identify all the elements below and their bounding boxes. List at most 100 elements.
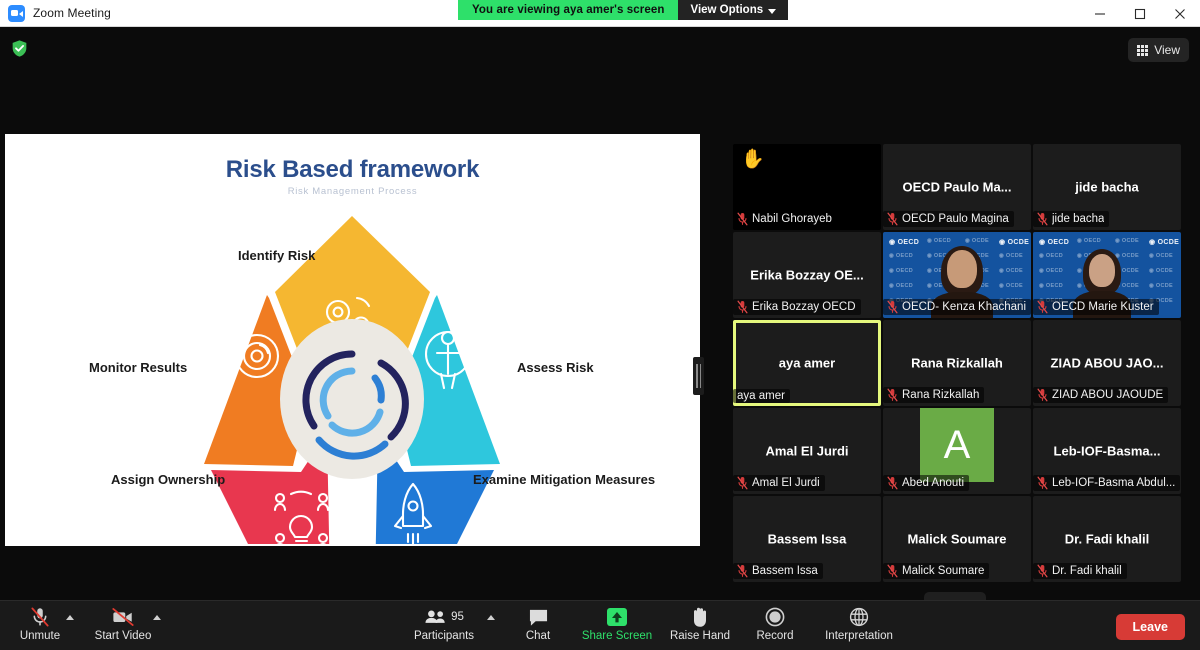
share-screen-label: Share Screen [582,630,652,642]
segment-label-examine-mitigation-measures: Examine Mitigation Measures [473,472,655,487]
participant-tile[interactable]: ◉ OECD◉ OECD◉ OCDE◉ OCDE◉ OECD◉ OECD◉ OC… [1033,232,1181,318]
zoom-camera-icon [8,5,25,22]
participant-footer-name: Malick Soumare [902,565,984,577]
start-video-button[interactable]: Start Video [86,606,160,642]
microphone-muted-icon [737,564,748,578]
participant-name-badge: Leb-IOF-Basma Abdul... [1033,475,1180,491]
vertical-drag-handle-icon[interactable] [693,357,704,395]
participant-tile[interactable]: Rana RizkallahRana Rizkallah [883,320,1031,406]
participant-name-badge: Abed Anouti [883,475,969,491]
participants-label: Participants [414,630,474,642]
participant-name-center: Dr. Fadi khalil [1033,532,1181,547]
raise-hand-button[interactable]: Raise Hand [663,606,737,642]
titlebar-left: Zoom Meeting [0,5,111,22]
participant-tile[interactable]: Leb-IOF-Basma... Leb-IOF-Basma Abdul... [1033,408,1181,494]
participant-tile[interactable]: AAbed Anouti [883,408,1031,494]
record-button[interactable]: Record [738,606,812,642]
microphone-muted-icon [887,388,898,402]
raised-hand-icon: ✋ [741,150,765,169]
participant-name-center: Bassem Issa [733,532,881,547]
participant-footer-name: jide bacha [1052,213,1104,225]
leave-meeting-button[interactable]: Leave [1116,614,1185,640]
participant-tile[interactable]: Bassem Issa Bassem Issa [733,496,881,582]
participant-video-grid: ✋Nabil GhorayebOECD Paulo Ma...OECD Paul… [733,144,1185,585]
segment-label-assign-ownership: Assign Ownership [111,472,225,487]
people-icon: 95 [424,606,464,628]
participant-name-center: aya amer [733,356,881,371]
chat-button[interactable]: Chat [501,606,575,642]
segment-label-monitor-results: Monitor Results [89,360,187,375]
participant-name-badge: aya amer [733,389,790,403]
microphone-muted-icon [1037,212,1048,226]
raise-hand-label: Raise Hand [670,630,730,642]
view-options-button[interactable]: View Options [678,0,788,20]
microphone-muted-icon [887,564,898,578]
participant-name-badge: Dr. Fadi khalil [1033,563,1127,579]
participants-caret-icon[interactable] [487,615,495,620]
microphone-muted-icon [737,212,748,226]
window-title: Zoom Meeting [33,6,111,20]
microphone-muted-icon [29,606,51,628]
avatar: A [920,408,994,482]
microphone-muted-icon [1037,476,1048,490]
view-layout-button[interactable]: View [1128,38,1189,62]
participant-tile[interactable]: ◉ OECD◉ OECD◉ OCDE◉ OCDE◉ OECD◉ OECD◉ OC… [883,232,1031,318]
participant-name-badge: Rana Rizkallah [883,387,984,403]
participant-tile[interactable]: aya amer aya amer [733,320,881,406]
record-circle-icon [765,606,785,628]
participants-count: 95 [451,611,464,623]
unmute-label: Unmute [20,630,60,642]
participant-tile[interactable]: ✋ Nabil Ghorayeb [733,144,881,230]
participant-footer-name: OECD Paulo Magina [902,213,1009,225]
participant-footer-name: Amal El Jurdi [752,477,820,489]
microphone-muted-icon [887,300,898,314]
meeting-stage: View Risk Based framework Risk Managemen… [0,27,1200,600]
segment-label-identify-risk: Identify Risk [238,248,315,263]
participant-footer-name: OECD Marie Kuster [1052,301,1154,313]
participant-tile[interactable]: OECD Paulo Ma... OECD Paulo Magina [883,144,1031,230]
participant-name-badge: Bassem Issa [733,563,823,579]
shield-check-icon[interactable] [9,38,29,58]
participant-footer-name: aya amer [737,390,785,402]
screen-share-banner: You are viewing aya amer's screen View O… [458,0,788,20]
microphone-muted-icon [887,212,898,226]
grid-icon [1137,45,1148,56]
unmute-button[interactable]: Unmute [3,606,77,642]
participant-name-center: Malick Soumare [883,532,1031,547]
interpretation-button[interactable]: Interpretation [813,606,905,642]
participant-name-badge: Amal El Jurdi [733,475,825,491]
participant-name-center: Erika Bozzay OE... [733,268,881,283]
participant-footer-name: Nabil Ghorayeb [752,213,832,225]
participants-button[interactable]: 95 Participants [407,606,481,642]
microphone-muted-icon [887,476,898,490]
participant-tile[interactable]: Malick Soumare Malick Soumare [883,496,1031,582]
participant-footer-name: Dr. Fadi khalil [1052,565,1122,577]
record-label: Record [756,630,793,642]
participant-name-center: OECD Paulo Ma... [883,180,1031,195]
share-screen-button[interactable]: Share Screen [580,606,654,642]
chevron-down-icon [768,9,776,14]
participant-name-badge: Malick Soumare [883,563,989,579]
interpretation-label: Interpretation [825,630,893,642]
audio-settings-caret-icon[interactable] [66,615,74,620]
microphone-muted-icon [1037,564,1048,578]
participant-tile[interactable]: Dr. Fadi khalil Dr. Fadi khalil [1033,496,1181,582]
maximize-icon[interactable] [1120,0,1160,27]
participant-footer-name: Abed Anouti [902,477,964,489]
participant-name-center: ZIAD ABOU JAO... [1033,356,1181,371]
close-icon[interactable] [1160,0,1200,27]
meeting-toolbar: Unmute Start Video 95 Participants [0,600,1200,650]
video-settings-caret-icon[interactable] [153,615,161,620]
participant-tile[interactable]: jide bacha jide bacha [1033,144,1181,230]
camera-off-icon [111,606,135,628]
minimize-icon[interactable] [1080,0,1120,27]
microphone-muted-icon [1037,300,1048,314]
participant-tile[interactable]: ZIAD ABOU JAO...ZIAD ABOU JAOUDE [1033,320,1181,406]
microphone-muted-icon [737,300,748,314]
participant-name-center: Leb-IOF-Basma... [1033,444,1181,459]
participant-tile[interactable]: Amal El JurdiAmal El Jurdi [733,408,881,494]
participant-name-center: jide bacha [1033,180,1181,195]
participant-tile[interactable]: Erika Bozzay OE...Erika Bozzay OECD [733,232,881,318]
participant-name-badge: OECD Marie Kuster [1033,299,1159,315]
shared-screen-content[interactable]: Risk Based framework Risk Management Pro… [5,134,700,546]
